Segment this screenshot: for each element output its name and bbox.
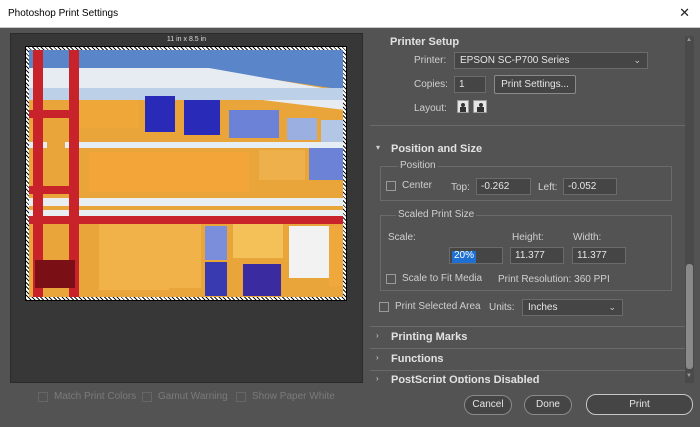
scrollbar-thumb[interactable] xyxy=(686,264,693,369)
checkbox-box xyxy=(38,391,48,402)
expand-arrow-icon[interactable]: ▾ xyxy=(376,143,380,152)
checkbox-box xyxy=(236,391,246,402)
copies-label: Copies: xyxy=(414,79,448,90)
settings-scrollbar[interactable]: ▲ ▼ xyxy=(685,36,694,383)
scale-input[interactable]: 20% xyxy=(449,247,503,264)
scale-to-fit-media-label: Scale to Fit Media xyxy=(402,273,483,284)
settings-panel: Printer Setup Printer: EPSON SC-P700 Ser… xyxy=(370,33,685,383)
width-input[interactable]: 11.377 xyxy=(572,247,626,264)
functions-section[interactable]: Functions xyxy=(391,353,444,365)
printer-setup-title: Printer Setup xyxy=(390,36,460,48)
layout-label: Layout: xyxy=(414,103,447,114)
postscript-options-section[interactable]: PostScript Options Disabled xyxy=(391,374,540,383)
scale-label: Scale: xyxy=(388,232,416,243)
collapse-arrow-icon[interactable]: › xyxy=(376,331,379,340)
left-label: Left: xyxy=(538,182,558,193)
print-selected-area-checkbox[interactable]: Print Selected Area xyxy=(379,301,481,312)
section-divider xyxy=(370,125,685,126)
match-print-colors-label: Match Print Colors xyxy=(54,391,137,402)
scaled-print-size-label: Scaled Print Size xyxy=(396,209,477,220)
left-input[interactable]: -0.052 xyxy=(563,178,617,195)
match-print-colors-checkbox[interactable]: Match Print Colors xyxy=(38,391,136,402)
checkbox-box xyxy=(142,391,152,402)
portrait-layout-icon[interactable] xyxy=(457,100,469,113)
scroll-down-icon[interactable]: ▼ xyxy=(686,373,692,379)
close-icon[interactable]: ✕ xyxy=(679,5,690,21)
checkbox-box xyxy=(379,301,389,312)
gamut-warning-checkbox[interactable]: Gamut Warning xyxy=(142,391,228,402)
checkbox-box xyxy=(386,180,396,191)
window-title-bar: Photoshop Print Settings ✕ xyxy=(0,0,700,28)
top-label: Top: xyxy=(451,182,470,193)
center-label: Center xyxy=(402,180,433,191)
scroll-up-icon[interactable]: ▲ xyxy=(686,37,692,43)
height-label: Height: xyxy=(512,232,544,243)
collapse-arrow-icon[interactable]: › xyxy=(376,353,379,362)
preview-artwork[interactable] xyxy=(29,50,343,297)
scale-to-fit-media-checkbox[interactable]: Scale to Fit Media xyxy=(386,273,482,284)
collapse-arrow-icon[interactable]: › xyxy=(376,374,379,383)
paper-preview xyxy=(25,46,347,301)
gamut-warning-label: Gamut Warning xyxy=(158,391,228,402)
printer-select[interactable]: EPSON SC-P700 Series ⌄ xyxy=(454,52,648,69)
printing-marks-section[interactable]: Printing Marks xyxy=(391,331,467,343)
print-preview-pane: 11 in x 8.5 in xyxy=(10,33,363,383)
show-paper-white-label: Show Paper White xyxy=(252,391,335,402)
checkbox-box xyxy=(386,273,396,284)
window-title: Photoshop Print Settings xyxy=(8,8,119,19)
units-label: Units: xyxy=(489,302,515,313)
center-checkbox[interactable]: Center xyxy=(386,180,432,191)
print-settings-button[interactable]: Print Settings... xyxy=(494,75,576,94)
print-selected-area-label: Print Selected Area xyxy=(395,301,481,312)
copies-input[interactable]: 1 xyxy=(454,76,486,93)
scale-value: 20% xyxy=(452,250,477,263)
width-label: Width: xyxy=(573,232,602,243)
print-resolution: Print Resolution: 360 PPI xyxy=(498,274,610,285)
cancel-button[interactable]: Cancel xyxy=(464,395,512,415)
printer-value: EPSON SC-P700 Series xyxy=(460,55,570,66)
chevron-down-icon: ⌄ xyxy=(633,55,641,65)
printer-label: Printer: xyxy=(414,55,447,66)
units-value: Inches xyxy=(528,302,558,313)
units-select[interactable]: Inches ⌄ xyxy=(522,299,623,316)
top-input[interactable]: -0.262 xyxy=(476,178,531,195)
height-input[interactable]: 11.377 xyxy=(510,247,564,264)
chevron-down-icon: ⌄ xyxy=(608,302,616,312)
landscape-layout-icon[interactable] xyxy=(473,100,487,113)
section-divider xyxy=(370,326,685,327)
position-group-label: Position xyxy=(398,160,438,171)
done-button[interactable]: Done xyxy=(524,395,572,415)
print-button[interactable]: Print xyxy=(586,394,693,415)
position-and-size-title[interactable]: Position and Size xyxy=(391,143,482,155)
show-paper-white-checkbox[interactable]: Show Paper White xyxy=(236,391,335,402)
section-divider xyxy=(370,370,685,371)
section-divider xyxy=(370,348,685,349)
paper-size-label: 11 in x 8.5 in xyxy=(166,36,207,43)
